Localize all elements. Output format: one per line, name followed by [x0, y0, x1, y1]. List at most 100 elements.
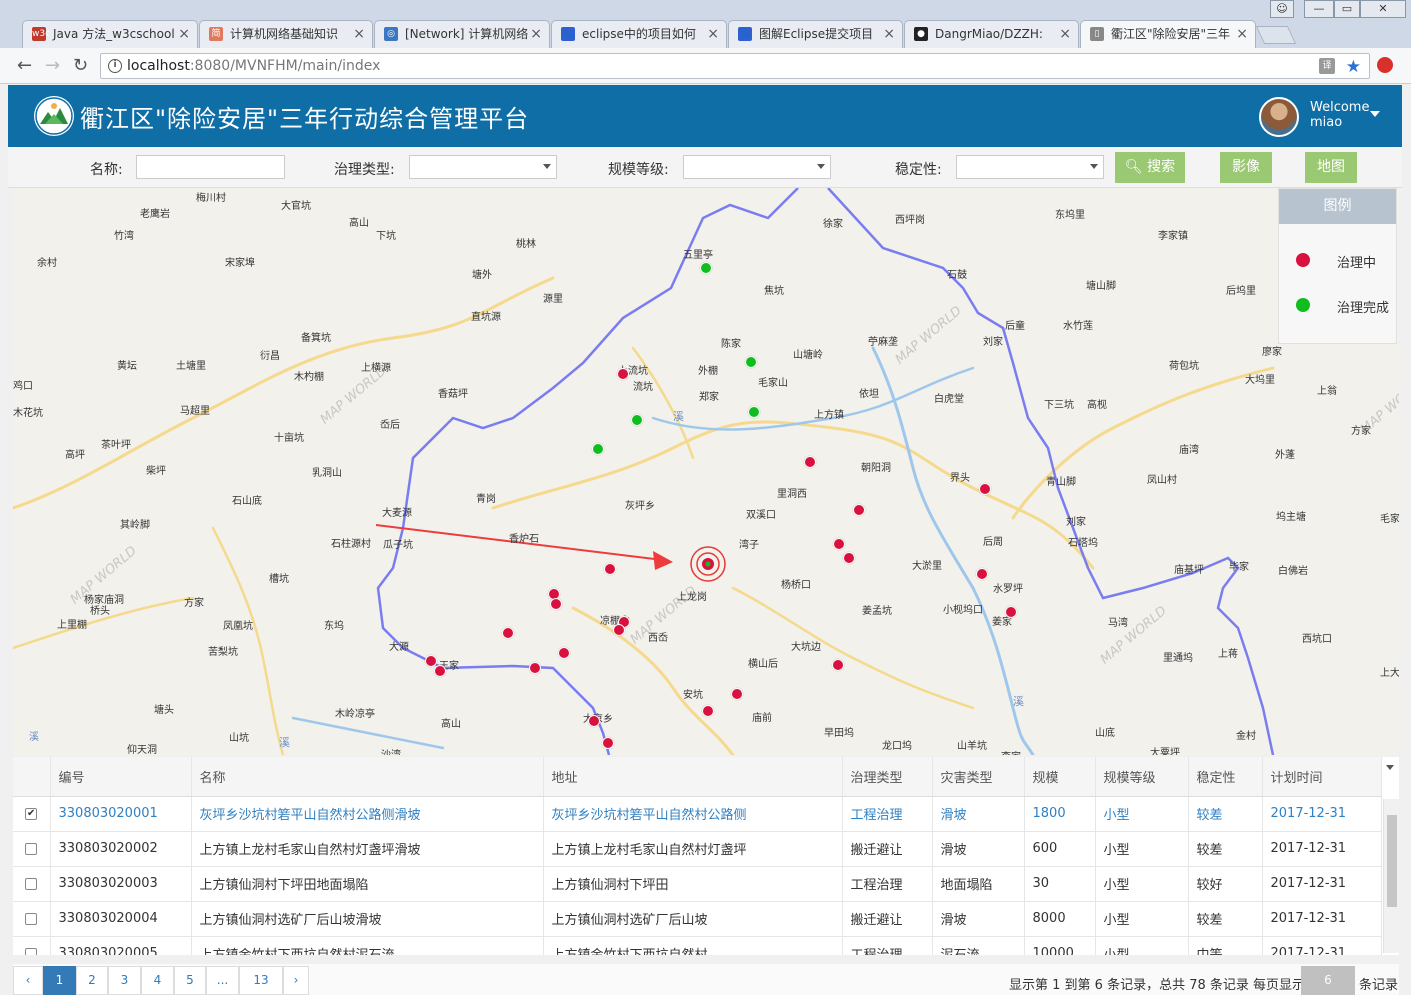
close-tab-icon[interactable]: × [1059, 21, 1071, 47]
info-icon[interactable]: i [108, 59, 122, 73]
extension-icon[interactable] [1377, 57, 1393, 73]
marker-in-progress[interactable] [804, 456, 816, 468]
table-row[interactable]: 330803020005上方镇金竹村下西坑自然村泥石流上方镇金竹村下西坑自然村工… [13, 936, 1382, 955]
col-header[interactable]: 编号 [50, 757, 192, 797]
row-checkbox[interactable] [25, 877, 38, 890]
marker-completed[interactable] [700, 262, 712, 274]
map-view[interactable]: 梅川村 大官坑 老鹰岩 高山 竹湾 下坑 桃林 余村 宋家埠 塘外 五里亭 徐家 西坪岗 东坞里 李家镇 石鼓… [13, 188, 1399, 755]
type-select[interactable] [409, 155, 557, 179]
page-button[interactable]: 3 [108, 966, 141, 995]
marker-in-progress[interactable] [434, 665, 446, 677]
map-place-label: 大源 [389, 642, 409, 653]
row-checkbox[interactable] [25, 912, 38, 925]
marker-in-progress[interactable] [550, 598, 562, 610]
imagery-button[interactable]: 影像 [1220, 152, 1272, 183]
user-welcome[interactable]: Welcome miao [1310, 100, 1369, 130]
col-header[interactable]: 灾害类型 [932, 757, 1025, 797]
row-checkbox[interactable] [25, 947, 38, 955]
close-tab-icon[interactable]: × [1236, 21, 1248, 47]
prev-page-button[interactable]: ‹ [13, 966, 43, 995]
close-tab-icon[interactable]: × [353, 21, 365, 47]
table-row[interactable]: ✔ 330803020001 灰坪乡沙坑村箬平山自然村公路侧滑坡 灰坪乡沙坑村箬平山自… [13, 796, 1382, 832]
marker-in-progress[interactable] [617, 368, 629, 380]
maximize-button[interactable]: ▭ [1334, 0, 1360, 18]
search-button[interactable]: 🔍︎ 搜索 [1115, 152, 1185, 183]
page-button[interactable]: 13 [239, 966, 283, 995]
page-button[interactable]: 2 [76, 966, 108, 995]
marker-in-progress[interactable] [588, 715, 600, 727]
page-button[interactable]: 4 [141, 966, 174, 995]
marker-in-progress[interactable] [613, 624, 625, 636]
marker-in-progress[interactable] [843, 552, 855, 564]
page-button[interactable]: 1 [43, 966, 76, 995]
col-header[interactable]: 名称 [191, 757, 544, 797]
col-header[interactable]: 地址 [543, 757, 843, 797]
close-tab-icon[interactable]: × [530, 21, 542, 47]
close-tab-icon[interactable]: × [707, 21, 719, 47]
browser-tab[interactable]: w3c Java 方法_w3cschool × [22, 20, 198, 48]
table-row[interactable]: 330803020002 上方镇上龙村毛家山自然村灯盏坪滑坡 上方镇上龙村毛家山自然… [13, 831, 1382, 867]
marker-in-progress[interactable] [602, 737, 614, 749]
marker-completed[interactable] [592, 443, 604, 455]
marker-in-progress[interactable] [853, 504, 865, 516]
marker-in-progress[interactable] [731, 688, 743, 700]
browser-tab[interactable]: 🐾 eclipse中的项目如何 × [551, 20, 727, 48]
browser-tab[interactable]: ◎ [Network] 计算机网络 × [374, 20, 550, 48]
minimize-button[interactable]: — [1304, 0, 1334, 18]
marker-completed[interactable] [745, 356, 757, 368]
col-header[interactable]: 计划时间 [1262, 757, 1382, 797]
translate-icon[interactable]: 译 [1319, 58, 1335, 74]
col-header[interactable]: 规模 [1024, 757, 1096, 797]
col-header[interactable]: 规模等级 [1095, 757, 1189, 797]
marker-in-progress[interactable] [529, 662, 541, 674]
map-place-label: 庙湾 [1179, 445, 1199, 456]
map-place-label: 姜孟坑 [862, 606, 892, 617]
reload-icon[interactable]: ↻ [73, 55, 88, 76]
page-size-select[interactable]: 6 [1301, 966, 1355, 995]
marker-in-progress[interactable] [502, 627, 514, 639]
name-input[interactable] [136, 155, 285, 179]
table-scrollbar[interactable] [1383, 799, 1399, 953]
close-tab-icon[interactable]: × [178, 21, 190, 47]
scale-select[interactable] [683, 155, 831, 179]
table-cell: 滑坡 [932, 796, 1025, 832]
avatar[interactable] [1259, 97, 1299, 137]
table-row[interactable]: 330803020003 上方镇仙洞村下坪田地面塌陷 上方镇仙洞村下坪田 工程治理 地面… [13, 866, 1382, 902]
table-row[interactable]: 330803020004 上方镇仙洞村选矿厂后山坡滑坡 上方镇仙洞村选矿厂后山坡 搬迁… [13, 901, 1382, 937]
page-button[interactable]: 5 [174, 966, 206, 995]
close-window-button[interactable]: ✕ [1360, 0, 1406, 18]
marker-completed[interactable] [631, 414, 643, 426]
marker-in-progress[interactable] [832, 659, 844, 671]
bookmark-star-icon[interactable]: ★ [1346, 55, 1361, 79]
forward-icon[interactable]: → [45, 55, 60, 76]
stability-select[interactable] [956, 155, 1104, 179]
marker-in-progress[interactable] [558, 647, 570, 659]
back-icon[interactable]: ← [17, 55, 32, 76]
profile-icon[interactable]: ☺ [1270, 0, 1294, 18]
chevron-down-icon[interactable] [1370, 111, 1380, 117]
page-button[interactable]: ... [206, 966, 239, 995]
url-input[interactable]: i localhost:8080/MVNFHM/main/index 译 ★ [100, 53, 1370, 79]
marker-in-progress[interactable] [604, 563, 616, 575]
browser-tab[interactable]: ▯ 衢江区"除险安居"三年 × [1080, 20, 1256, 49]
marker-in-progress[interactable] [976, 568, 988, 580]
marker-in-progress[interactable] [425, 655, 437, 667]
row-checkbox[interactable]: ✔ [25, 807, 38, 820]
next-page-button[interactable]: › [283, 966, 309, 995]
new-tab-button[interactable] [1255, 26, 1297, 44]
marker-in-progress[interactable] [833, 538, 845, 550]
col-header[interactable]: 稳定性 [1188, 757, 1263, 797]
marker-in-progress[interactable] [979, 483, 991, 495]
browser-tab[interactable]: 🐾 图解Eclipse提交项目 × [728, 20, 903, 48]
browser-tab[interactable]: ● DangrMiao/DZZH: × [904, 20, 1079, 48]
scroll-thumb[interactable] [1387, 815, 1397, 907]
close-tab-icon[interactable]: × [883, 21, 895, 47]
map-place-label: 苧麻垄 [868, 337, 898, 348]
map-button[interactable]: 地图 [1305, 152, 1357, 183]
marker-in-progress[interactable] [702, 705, 714, 717]
marker-completed[interactable] [748, 406, 760, 418]
col-header[interactable]: 治理类型 [842, 757, 933, 797]
row-checkbox[interactable] [25, 842, 38, 855]
marker-in-progress[interactable] [1005, 606, 1017, 618]
browser-tab[interactable]: 简计算机网络基础知识 × [199, 20, 373, 48]
